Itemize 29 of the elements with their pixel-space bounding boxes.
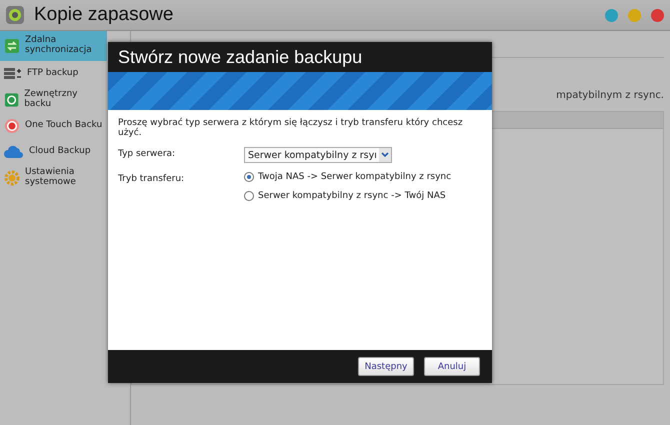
sidebar-item[interactable]: Cloud Backup: [0, 139, 107, 165]
target-icon: [4, 118, 20, 134]
sidebar-item[interactable]: Ustawienia systemowe: [0, 165, 107, 191]
cloud-icon: [4, 145, 24, 159]
dialog-title: Stwórz nowe zadanie backupu: [108, 42, 492, 72]
gear-icon: [4, 170, 20, 186]
close-icon[interactable]: [651, 8, 664, 22]
help-icon[interactable]: [605, 8, 618, 22]
field-label: Typ serwera:: [118, 148, 176, 159]
next-button[interactable]: Następny: [358, 357, 414, 376]
sidebar-item[interactable]: One Touch Backu: [0, 113, 107, 139]
radio-button[interactable]: [244, 172, 254, 182]
window-title: Kopie zapasowe: [34, 4, 174, 26]
caret-icon: [378, 148, 391, 162]
sidebar-item[interactable]: Zdalna synchronizacja: [0, 31, 107, 61]
app-logo-icon: [6, 6, 24, 24]
server-icon: [4, 67, 22, 81]
drive-icon: [4, 92, 20, 108]
radio-label: Twoja NAS -> Serwer kompatybilny z rsync: [258, 172, 452, 182]
radio-label: Serwer kompatybilny z rsync -> Twój NAS: [258, 191, 446, 201]
field-label: Tryb transferu:: [118, 173, 186, 184]
sync-icon: [4, 38, 20, 54]
intro-text: Proszę wybrać typ serwera z którym się łączysz i tryb transferu który chcesz użyć.: [118, 118, 464, 138]
sidebar-item[interactable]: Zewnętrzny backu: [0, 87, 107, 113]
sidebar-item[interactable]: FTP backup: [0, 61, 107, 87]
cancel-button[interactable]: Anuluj: [424, 357, 480, 376]
description-text: mpatybilnym z rsync.: [556, 90, 664, 101]
server-type-select[interactable]: Serwer kompatybilny z rsyı: [244, 147, 392, 163]
radio-button[interactable]: [244, 191, 254, 201]
